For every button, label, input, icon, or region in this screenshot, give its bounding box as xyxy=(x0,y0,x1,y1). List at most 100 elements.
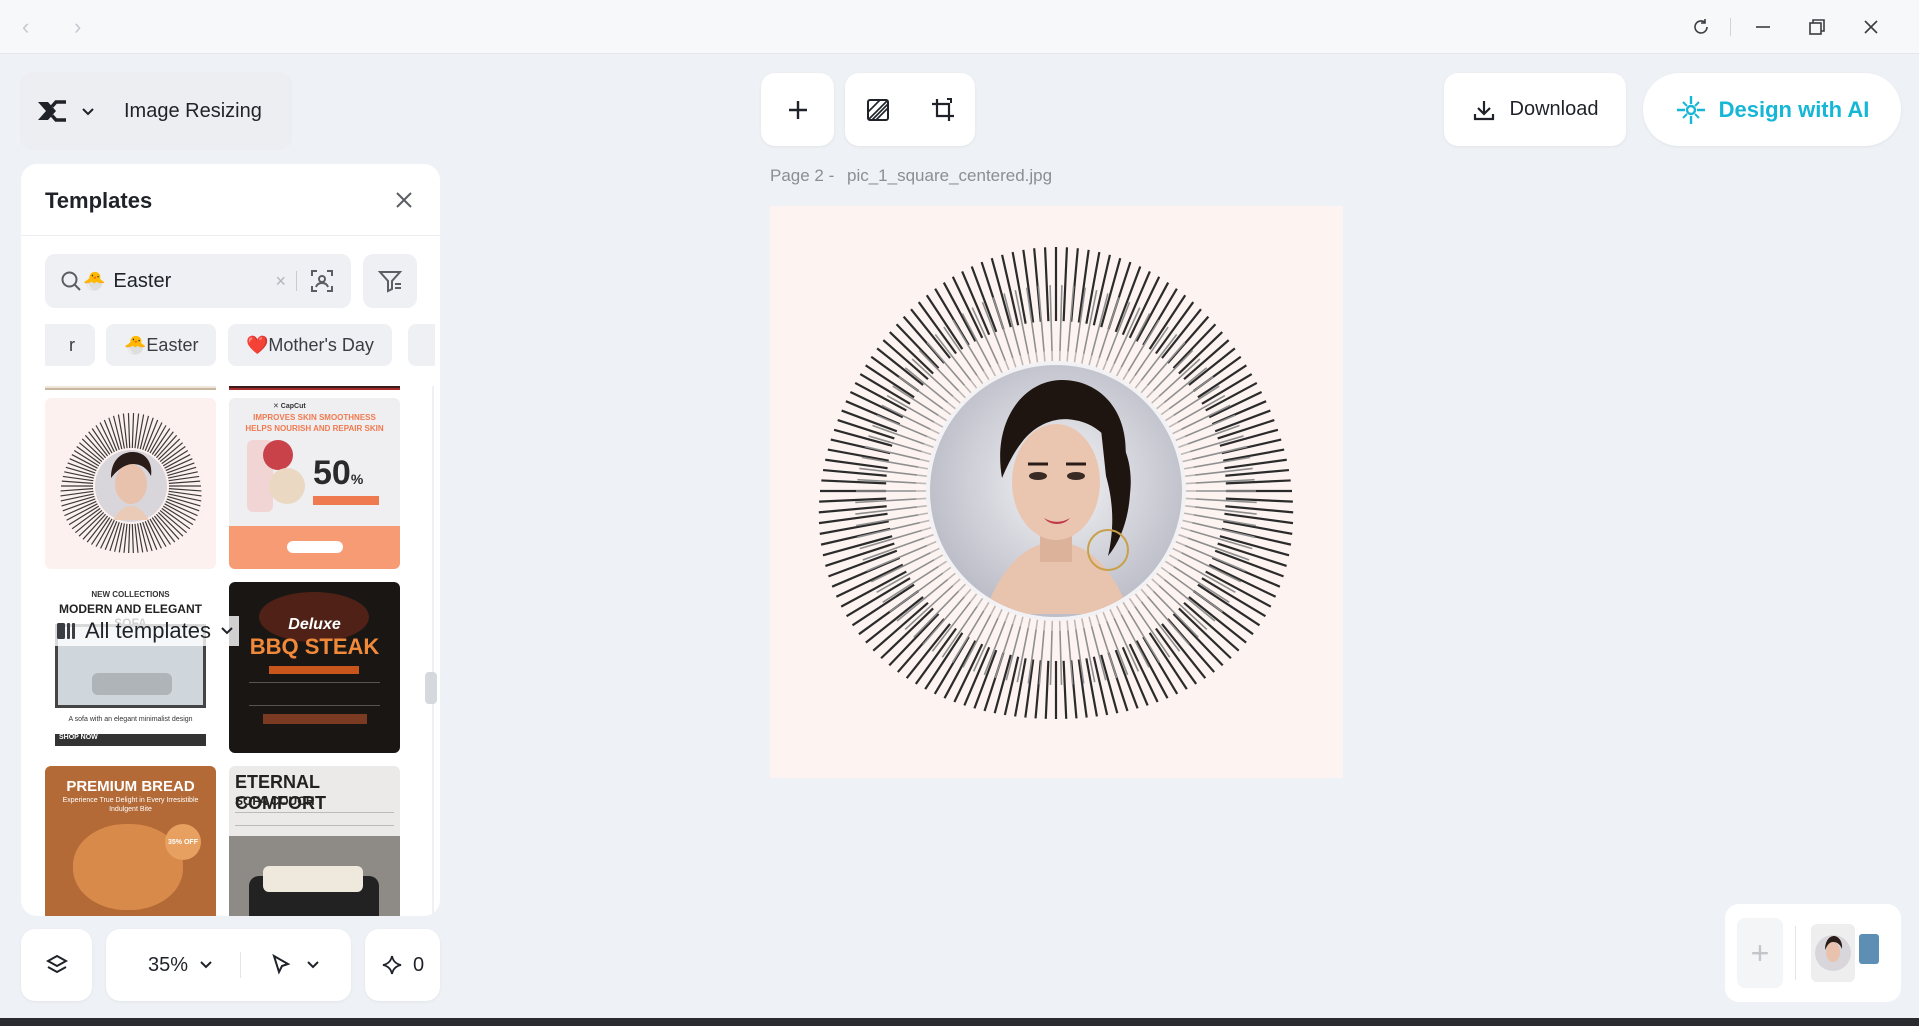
description-lines xyxy=(249,682,380,706)
category-icon xyxy=(57,623,75,639)
image-search-icon[interactable] xyxy=(307,266,337,296)
all-templates-dropdown[interactable]: All templates xyxy=(51,616,239,646)
cursor-tool-dropdown[interactable] xyxy=(269,953,321,977)
page-label: Page 2 - pic_1_square_centered.jpg xyxy=(770,166,1052,186)
reload-icon[interactable] xyxy=(1686,12,1716,42)
couch-photo xyxy=(229,836,400,916)
page-number: Page 2 - xyxy=(770,166,835,185)
subtitle-bar xyxy=(313,496,379,505)
layers-button[interactable] xyxy=(21,929,92,1001)
template-heading: PREMIUM BREAD xyxy=(66,778,195,795)
zoom-cursor-controls: 35% xyxy=(106,929,351,1001)
portrait-design xyxy=(818,247,1294,719)
search-input[interactable]: Easter xyxy=(113,270,275,293)
window-titlebar: ‹ › xyxy=(0,0,1919,54)
add-page-button[interactable]: + xyxy=(1737,918,1783,988)
template-card[interactable] xyxy=(45,398,216,569)
pages-divider xyxy=(1795,926,1796,980)
template-card[interactable]: NEW COLLECTIONS MODERN AND ELEGANT SOFA … xyxy=(45,582,216,753)
ai-sparkle-icon xyxy=(1676,95,1705,124)
titlebar-divider xyxy=(1730,18,1731,36)
search-box[interactable]: 🐣 Easter × xyxy=(45,254,351,308)
search-icon xyxy=(59,269,83,293)
forward-button[interactable]: › xyxy=(74,14,81,40)
pointer-icon xyxy=(272,953,291,975)
file-name: pic_1_square_centered.jpg xyxy=(847,166,1053,185)
close-icon[interactable] xyxy=(390,186,418,214)
add-icon[interactable] xyxy=(778,90,818,130)
order-button xyxy=(287,541,343,553)
flower-decoration xyxy=(263,440,293,470)
brand-mini-label: ✕ CapCut xyxy=(273,403,306,410)
resize-icon[interactable] xyxy=(923,90,963,130)
panel-header: Templates xyxy=(21,164,440,236)
template-subheading: SOFA COUCH xyxy=(235,794,315,808)
chevron-down-icon[interactable] xyxy=(76,99,100,123)
template-subheading: Experience True Delight in Every Irresis… xyxy=(62,797,199,813)
app-brand: Image Resizing xyxy=(20,72,292,150)
capcut-logo-icon[interactable] xyxy=(32,91,72,131)
order-line xyxy=(263,714,367,724)
template-heading: IMPROVES SKIN SMOOTHNESS HELPS NOURISH A… xyxy=(245,413,384,433)
tag-chips: r 🐣 Easter ❤️ Mother's Day xyxy=(45,324,435,368)
template-heading: Deluxe xyxy=(288,616,341,633)
chevron-down-icon xyxy=(221,627,233,635)
bottom-divider xyxy=(240,952,242,978)
magic-button[interactable]: 0 xyxy=(365,929,440,1001)
description-lines xyxy=(235,812,394,826)
templates-panel: Templates 🐣 Easter × r 🐣 Easter ❤️ Mother'… xyxy=(21,164,440,916)
project-name[interactable]: Image Resizing xyxy=(124,100,262,123)
template-card[interactable]: Deluxe BBQ STEAK xyxy=(229,582,400,753)
design-with-ai-button[interactable]: Design with AI xyxy=(1643,73,1901,146)
heart-emoji-icon: ❤️ xyxy=(246,334,269,355)
panel-title: Templates xyxy=(45,188,153,213)
pages-panel: + xyxy=(1725,904,1901,1002)
design-canvas[interactable] xyxy=(770,206,1343,778)
clear-search-icon[interactable]: × xyxy=(275,271,286,292)
chevron-down-icon xyxy=(307,961,319,969)
chevron-down-icon xyxy=(200,961,212,969)
template-cta: SHOP NOW xyxy=(55,734,206,746)
close-window-icon[interactable] xyxy=(1856,12,1886,42)
page-thumbnail-2[interactable] xyxy=(1859,934,1879,964)
zoom-level: 35% xyxy=(148,953,189,976)
template-card-partial[interactable] xyxy=(229,386,400,390)
layers-icon xyxy=(45,954,68,974)
portrait-ring-thumbnail xyxy=(60,413,202,553)
template-card[interactable]: ETERNAL COMFORT SOFA COUCH xyxy=(229,766,400,916)
chip-prev[interactable]: r xyxy=(45,324,95,366)
filter-button[interactable] xyxy=(363,254,417,308)
restore-icon[interactable] xyxy=(1802,12,1832,42)
shell-decoration xyxy=(269,468,305,504)
template-card[interactable]: PREMIUM BREAD Experience True Delight in… xyxy=(45,766,216,916)
template-subheading: BBQ STEAK xyxy=(249,634,380,659)
template-card-partial[interactable] xyxy=(45,386,216,390)
discount-value: 50% xyxy=(313,454,364,492)
scrollbar-track xyxy=(432,386,434,916)
download-icon xyxy=(1473,100,1494,120)
all-templates-label: All templates xyxy=(85,618,211,643)
templates-scrollbar[interactable] xyxy=(425,672,437,704)
design-with-ai-label: Design with AI xyxy=(1718,96,1870,122)
filter-icon xyxy=(377,271,403,293)
chip-easter[interactable]: 🐣 Easter xyxy=(106,324,217,366)
minimize-icon[interactable] xyxy=(1748,12,1778,42)
zoom-dropdown[interactable]: 35% xyxy=(148,954,214,977)
background-icon[interactable] xyxy=(858,90,898,130)
page-thumbnail-1[interactable] xyxy=(1811,924,1855,982)
canvas-toolbar xyxy=(845,73,975,146)
search-divider xyxy=(296,271,297,291)
chip-next[interactable] xyxy=(408,324,435,366)
discount-badge: 35% OFF xyxy=(165,824,201,860)
magic-count: 0 xyxy=(412,953,425,976)
taskbar-strip xyxy=(0,1018,1919,1026)
download-button[interactable]: Download xyxy=(1444,73,1626,146)
template-caption: A sofa with an elegant minimalist design xyxy=(68,716,193,723)
template-card[interactable]: ✕ CapCut IMPROVES SKIN SMOOTHNESS HELPS … xyxy=(229,398,400,569)
price-bar xyxy=(269,666,359,674)
back-button[interactable]: ‹ xyxy=(22,14,29,40)
chick-emoji-icon: 🐣 xyxy=(124,334,147,355)
template-subheading: NEW COLLECTIONS xyxy=(91,590,170,599)
download-label: Download xyxy=(1509,98,1599,120)
chip-mothers-day[interactable]: ❤️ Mother's Day xyxy=(228,324,392,366)
